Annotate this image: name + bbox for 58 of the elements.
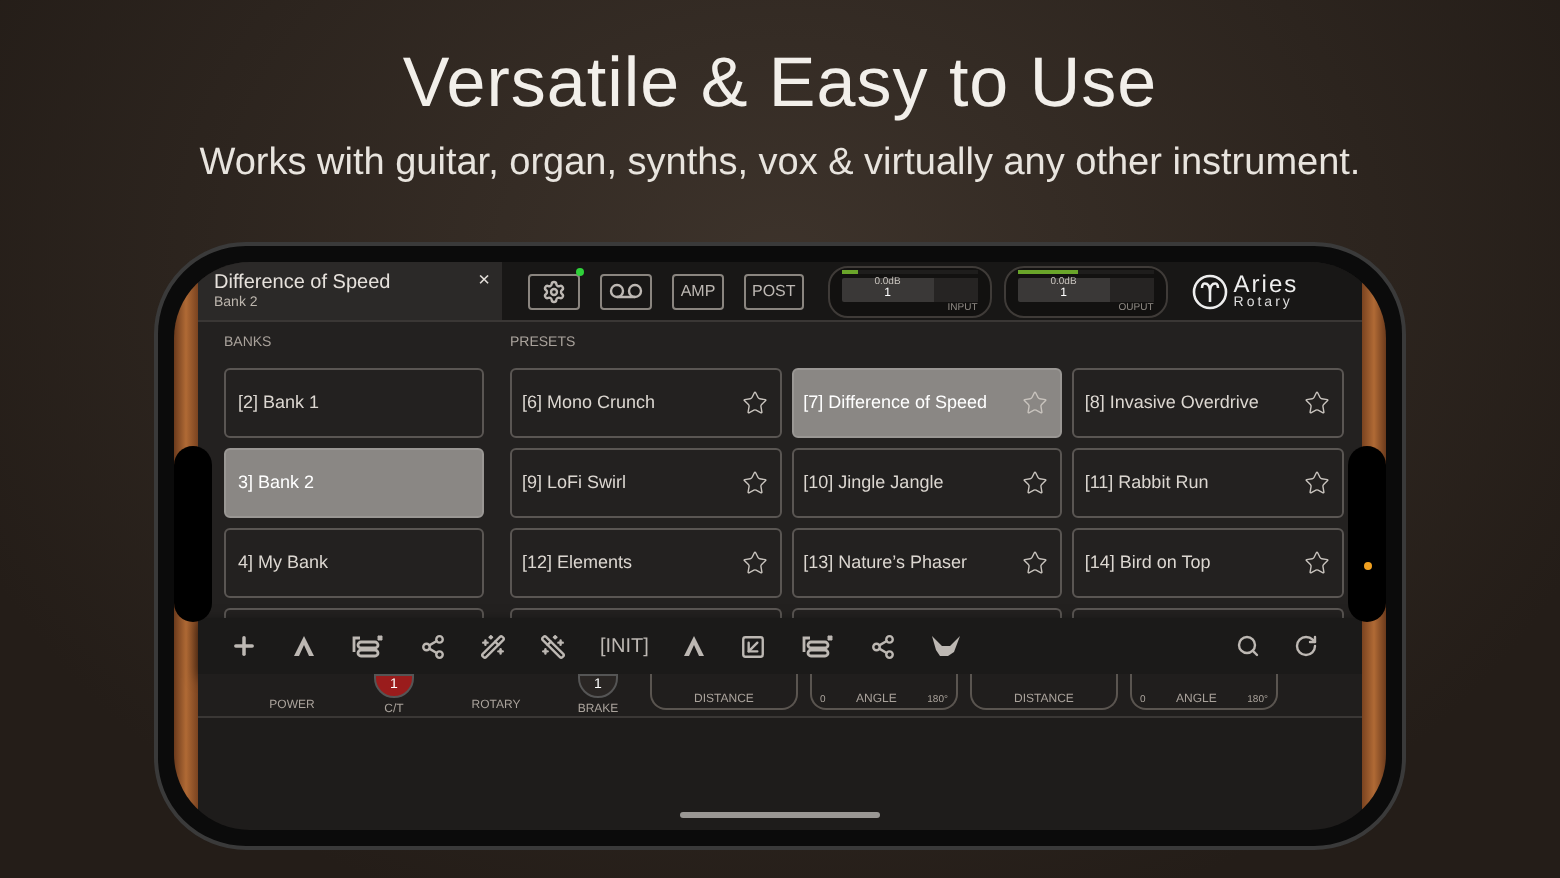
star-icon[interactable] xyxy=(1022,390,1049,416)
star-icon[interactable] xyxy=(1304,550,1330,576)
close-button[interactable]: × xyxy=(478,266,490,296)
search-icon[interactable] xyxy=(1236,634,1260,658)
preset-label: [9] LoFi Swirl xyxy=(522,472,627,494)
refresh-icon[interactable] xyxy=(1294,634,1318,658)
star-icon[interactable] xyxy=(1304,470,1330,496)
preset-item[interactable]: [12] Elements xyxy=(510,528,782,598)
mode-button[interactable]: POST xyxy=(744,273,804,309)
preset-name: Difference of Speed xyxy=(214,272,391,294)
mode-button[interactable]: AMP xyxy=(672,273,724,309)
star-icon[interactable] xyxy=(741,470,768,496)
preset-item[interactable]: [10] Jingle Jangle xyxy=(791,448,1063,518)
meter-segment xyxy=(1109,277,1154,301)
tape-icon xyxy=(608,282,644,300)
wand-icon[interactable] xyxy=(480,633,506,659)
star-icon[interactable] xyxy=(1304,390,1330,416)
bank-item[interactable]: 4] My Bank xyxy=(224,528,484,598)
wand-icon[interactable] xyxy=(540,633,566,659)
star-icon[interactable] xyxy=(741,550,768,576)
share-icon[interactable] xyxy=(420,633,446,659)
preset-item[interactable]: [8] Invasive Overdrive xyxy=(1072,368,1344,438)
settings-icon xyxy=(542,279,566,303)
share-icon[interactable] xyxy=(870,633,897,659)
preset-label: [13] Nature’s Phaser xyxy=(803,552,968,574)
bank-item[interactable]: 3] Bank 2 xyxy=(224,448,484,518)
preset-label: [14] Bird on Top xyxy=(1084,552,1211,574)
preset-item[interactable]: [14] Bird on Top xyxy=(1072,528,1344,598)
loop-icon[interactable] xyxy=(350,634,386,658)
preset-label: [7] Difference of Speed xyxy=(803,392,988,414)
preset-item[interactable]: [11] Rabbit Run xyxy=(1072,448,1344,518)
letter-a-icon[interactable] xyxy=(682,634,707,658)
preset-label: [11] Rabbit Run xyxy=(1084,472,1209,494)
preset-label: [10] Jingle Jangle xyxy=(803,472,944,494)
plus-icon[interactable] xyxy=(230,632,258,660)
meter-segment xyxy=(933,277,978,301)
subtitle: Works with guitar, organ, synths, vox & virtually any other instrument. xyxy=(199,140,1361,188)
export-icon[interactable] xyxy=(740,633,767,659)
star-icon[interactable] xyxy=(741,390,768,416)
preset-item[interactable]: [7] Difference of Speed xyxy=(791,368,1063,438)
preset-item[interactable]: [9] LoFi Swirl xyxy=(510,448,782,518)
tape-button[interactable] xyxy=(600,273,652,309)
preset-label: [8] Invasive Overdrive xyxy=(1084,392,1259,414)
ram-logo-icon xyxy=(1191,273,1228,309)
headline: Versatile & Easy to Use xyxy=(402,44,1158,124)
init-button[interactable]: [INIT] xyxy=(600,631,649,661)
preset-item[interactable]: [6] Mono Crunch xyxy=(510,368,782,438)
star-icon[interactable] xyxy=(1022,550,1049,576)
preset-label: [6] Mono Crunch xyxy=(522,392,656,414)
preset-item[interactable]: [13] Nature’s Phaser xyxy=(791,528,1063,598)
star-icon[interactable] xyxy=(1022,470,1049,496)
bank-item[interactable]: [2] Bank 1 xyxy=(224,368,484,438)
loop-icon[interactable] xyxy=(800,634,837,658)
preset-label: [12] Elements xyxy=(522,552,633,574)
indicator-light xyxy=(1363,562,1371,570)
letter-a-icon[interactable] xyxy=(292,634,316,658)
logo-title: Aries xyxy=(1233,272,1299,296)
settings-button[interactable] xyxy=(528,273,580,309)
